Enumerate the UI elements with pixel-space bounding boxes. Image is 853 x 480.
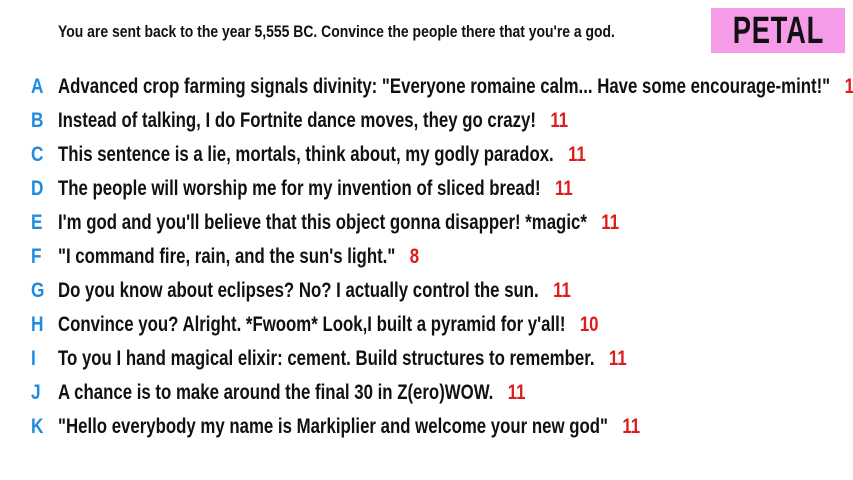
answer-text: Convince you? Alright. *Fwoom* Look,I bu… <box>58 313 566 336</box>
answer-letter: A <box>31 75 44 98</box>
answer-letter: G <box>31 279 45 302</box>
answer-letter: K <box>31 415 44 438</box>
answer-text: "I command fire, rain, and the sun's lig… <box>58 245 396 268</box>
answer-score: 11 <box>622 415 641 438</box>
answer-score: 11 <box>568 143 586 166</box>
answer-letter: H <box>31 313 44 336</box>
answer-score: 11 <box>608 347 627 370</box>
answer-letter: I <box>31 347 36 370</box>
answer-score: 10 <box>579 313 599 336</box>
answer-score: 11 <box>601 211 620 234</box>
answer-text: The people will worship me for my invent… <box>58 177 541 200</box>
answer-letter: J <box>31 381 41 404</box>
answer-letter: C <box>31 143 44 166</box>
answer-text: A chance is to make around the final 30 … <box>58 381 494 404</box>
answer-score: 11 <box>550 109 569 132</box>
answer-text: "Hello everybody my name is Markiplier a… <box>58 415 608 438</box>
answer-letter: B <box>31 109 44 132</box>
answer-text: Advanced crop farming signals divinity: … <box>58 75 831 98</box>
answer-score: 11 <box>555 177 573 200</box>
player-badge: PETAL <box>711 8 845 53</box>
answer-score: 8 <box>409 245 420 268</box>
answer-score: 11 <box>553 279 571 302</box>
prompt-text: You are sent back to the year 5,555 BC. … <box>58 22 615 41</box>
answer-letter: E <box>31 211 43 234</box>
answer-text: Do you know about eclipses? No? I actual… <box>58 279 539 302</box>
answer-text: Instead of talking, I do Fortnite dance … <box>58 109 536 132</box>
answer-score: 11 <box>844 75 853 98</box>
player-name: PETAL <box>732 9 824 52</box>
answer-letter: D <box>31 177 44 200</box>
answer-text: I'm god and you'll believe that this obj… <box>58 211 587 234</box>
answer-text: This sentence is a lie, mortals, think a… <box>58 143 554 166</box>
answer-letter: F <box>31 245 42 268</box>
answer-score: 11 <box>507 381 526 404</box>
answer-text: To you I hand magical elixir: cement. Bu… <box>58 347 595 370</box>
